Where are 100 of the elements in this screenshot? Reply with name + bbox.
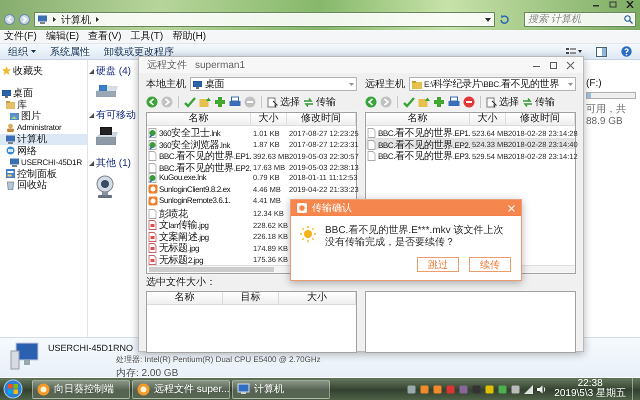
column-header[interactable]: 大小 bbox=[470, 113, 506, 125]
group-header: 其他 (1) bbox=[96, 156, 131, 170]
dropdown-caret-icon[interactable] bbox=[485, 18, 491, 22]
plus-icon[interactable] bbox=[433, 96, 445, 108]
taskbar-button[interactable]: 计算机 bbox=[232, 380, 330, 398]
dvd-drive-icon[interactable] bbox=[94, 127, 120, 147]
sunflower-icon bbox=[37, 382, 50, 396]
path-dropdown[interactable]: E:\科学纪录片\BBC.看不见的世界 bbox=[409, 77, 576, 91]
check-icon[interactable] bbox=[403, 96, 415, 108]
tree-item[interactable]: 回收站 bbox=[0, 180, 87, 191]
tree-item[interactable]: 控制面板 bbox=[0, 168, 87, 180]
forward-icon[interactable] bbox=[19, 14, 30, 25]
plus-icon[interactable] bbox=[214, 96, 226, 108]
tree-item[interactable]: Administrator bbox=[0, 122, 87, 134]
breadcrumb-item[interactable]: 计算机 bbox=[61, 12, 91, 26]
window-title: 远程文件 bbox=[147, 58, 187, 72]
toolbar-button[interactable]: 卸载或更改程序 bbox=[104, 44, 174, 58]
toolbar-button[interactable]: 传输 bbox=[522, 95, 555, 109]
printer-icon[interactable] bbox=[229, 96, 241, 108]
view-options-icon[interactable] bbox=[566, 47, 582, 56]
help-icon[interactable] bbox=[621, 46, 632, 57]
file-name: SunloginClient9.8.2.ex bbox=[159, 184, 230, 195]
file-name: 文案阐述.jpg bbox=[159, 230, 209, 242]
column-header[interactable]: 修改时间 bbox=[287, 113, 356, 125]
menu-item[interactable]: 帮助(H) bbox=[172, 30, 206, 42]
host-label: 本地主机 bbox=[146, 78, 186, 91]
folder-icon bbox=[412, 80, 422, 88]
expand-arrow-icon[interactable] bbox=[88, 68, 95, 74]
back-icon[interactable] bbox=[4, 14, 15, 25]
menu-item[interactable]: 文件(F) bbox=[4, 30, 37, 42]
expand-arrow-icon[interactable] bbox=[88, 112, 95, 118]
file-name: 文lan传输.jpg bbox=[159, 218, 209, 232]
menu-item[interactable]: 查看(V) bbox=[88, 30, 122, 42]
select-icon bbox=[486, 96, 497, 108]
tree-item[interactable]: USERCHI-45D1R bbox=[0, 156, 87, 168]
close-icon[interactable] bbox=[566, 60, 575, 70]
tree-item[interactable]: 网络 bbox=[0, 145, 87, 156]
computer-icon bbox=[10, 158, 19, 167]
file-name: BBC.看不见的世界.EP2. bbox=[378, 138, 470, 150]
user-icon bbox=[6, 123, 15, 132]
column-header[interactable]: 名称 bbox=[366, 113, 470, 125]
column-header[interactable]: 修改时间 bbox=[506, 113, 575, 125]
back-icon[interactable] bbox=[365, 96, 377, 108]
menu-item[interactable]: 工具(T) bbox=[130, 30, 164, 42]
start-button-icon[interactable] bbox=[2, 379, 24, 399]
check-icon[interactable] bbox=[184, 96, 196, 108]
search-field[interactable]: 搜索 计算机 bbox=[524, 12, 636, 27]
folder-icon[interactable] bbox=[199, 96, 211, 108]
toolbar-button[interactable]: 选择 bbox=[267, 95, 300, 109]
address-bar[interactable]: 计算机 bbox=[34, 12, 495, 27]
maximize-icon[interactable] bbox=[549, 60, 558, 70]
desktop-icon bbox=[2, 88, 11, 98]
column-header[interactable]: 大小 bbox=[251, 113, 287, 125]
select-icon bbox=[267, 96, 278, 108]
signal-icon[interactable] bbox=[524, 384, 534, 394]
star-icon bbox=[2, 66, 11, 76]
column-header[interactable]: 目标 bbox=[223, 292, 279, 304]
tree-item[interactable]: 计算机 bbox=[0, 134, 87, 145]
column-header[interactable]: 大小 bbox=[279, 292, 356, 304]
file-name: 彭喷花 bbox=[159, 208, 188, 220]
group-header: 有可移动 bbox=[96, 109, 136, 122]
refresh-icon[interactable] bbox=[499, 14, 510, 25]
file-name: 360安全浏览器.lnk bbox=[159, 138, 230, 150]
back-icon[interactable] bbox=[146, 96, 158, 108]
chevron-icon bbox=[95, 16, 100, 23]
clock[interactable]: 22:38 2019\5\3 星期五 bbox=[554, 379, 626, 399]
clock-time: 22:38 bbox=[578, 379, 603, 389]
path-dropdown[interactable]: 桌面 bbox=[190, 77, 357, 91]
tree-item[interactable]: 图片 bbox=[0, 110, 87, 122]
expand-arrow-icon[interactable] bbox=[88, 160, 95, 166]
file-name: BBC.看不见的世界.EP1. bbox=[159, 150, 252, 162]
webcam-icon[interactable] bbox=[94, 175, 116, 199]
taskbar-button[interactable]: 向日葵控制端 bbox=[32, 380, 130, 398]
maximize-icon[interactable] bbox=[609, 1, 617, 8]
volume-icon[interactable] bbox=[537, 384, 546, 394]
folder-icon[interactable] bbox=[418, 96, 430, 108]
menu-item[interactable]: 编辑(E) bbox=[46, 30, 80, 42]
toolbar-button[interactable]: 系统属性 bbox=[50, 44, 90, 58]
close-icon[interactable] bbox=[626, 1, 634, 8]
host-name: superman1 bbox=[195, 60, 246, 70]
hard-drive-icon[interactable] bbox=[94, 83, 120, 99]
tree-item[interactable]: 桌面 bbox=[0, 88, 87, 99]
desktop-icon bbox=[193, 80, 203, 88]
host-label: 远程主机 bbox=[365, 78, 405, 91]
taskbar-button[interactable]: 远程文件 super... bbox=[132, 380, 230, 398]
preview-pane-icon[interactable] bbox=[596, 46, 607, 56]
column-header[interactable]: 名称 bbox=[147, 292, 223, 304]
computer-icon bbox=[10, 341, 40, 371]
delete-icon[interactable] bbox=[463, 96, 475, 108]
toolbar-button[interactable]: 组织 bbox=[8, 44, 36, 58]
toolbar-button[interactable]: 传输 bbox=[303, 95, 336, 109]
file-name: KuGou.exe.lnk bbox=[159, 172, 206, 184]
file-name: SunloginRemote3.6.1. bbox=[159, 195, 230, 206]
tree-item[interactable]: 收藏夹 bbox=[0, 65, 87, 76]
file-name: 无标题.jpg bbox=[159, 242, 200, 254]
column-header[interactable]: 名称 bbox=[147, 113, 251, 125]
tree-item[interactable]: 库 bbox=[0, 99, 87, 110]
toolbar-button[interactable]: 选择 bbox=[486, 95, 519, 109]
sunflower-icon bbox=[137, 382, 150, 396]
printer-icon[interactable] bbox=[448, 96, 460, 108]
